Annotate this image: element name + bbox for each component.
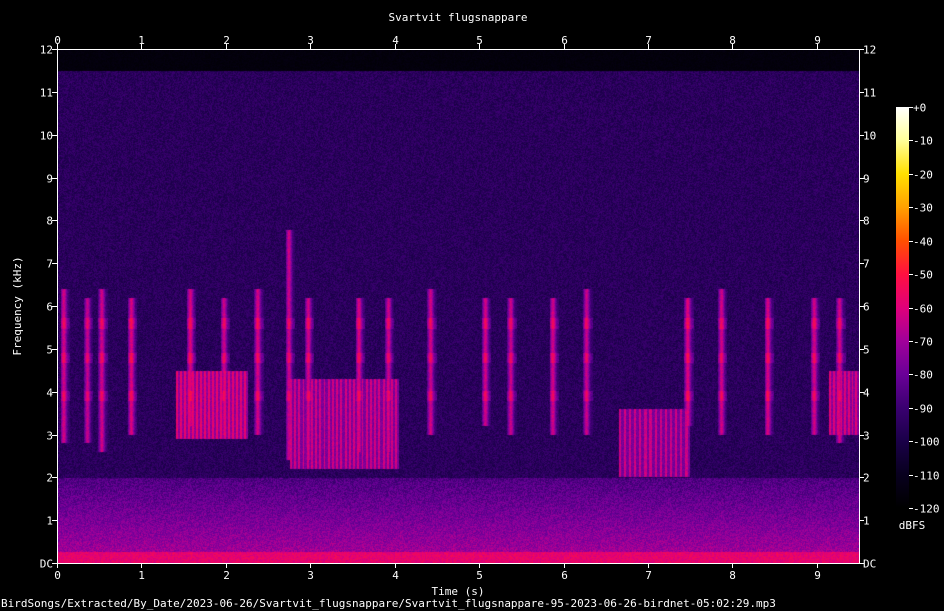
- x-tick-label-bottom: 8: [729, 569, 736, 582]
- x-tick-label-top: 0: [54, 34, 61, 47]
- x-tick-label-top: 8: [729, 34, 736, 47]
- file-path: BirdSongs/Extracted/By_Date/2023-06-26/S…: [1, 597, 776, 610]
- y-tick-label-right: 4: [863, 387, 870, 400]
- x-tick-label-bottom: 6: [561, 569, 568, 582]
- y-tick-label-right: 3: [863, 430, 870, 443]
- x-tick-label-top: 2: [223, 34, 230, 47]
- y-tick-label-right: 11: [863, 87, 876, 100]
- x-tick-label-top: 4: [392, 34, 399, 47]
- colorbar-tick-label: -50: [913, 269, 933, 282]
- x-tick-label-top: 3: [307, 34, 314, 47]
- x-tick-label-bottom: 5: [476, 569, 483, 582]
- y-tick-label-right: 9: [863, 173, 870, 186]
- x-tick-label-top: 9: [814, 34, 821, 47]
- y-tick-label-left: 7: [46, 258, 53, 271]
- colorbar-tick-label: -70: [913, 336, 933, 349]
- x-axis-bottom: 0 1 2 3 4 5 6 7 8 9: [54, 563, 821, 582]
- chart-title: Svartvit flugsnappare: [388, 11, 527, 24]
- y-tick-label-left: 4: [46, 387, 53, 400]
- y-tick-label-right: 7: [863, 258, 870, 271]
- x-axis-top: 0 1 2 3 4 5 6 7 8 9: [54, 34, 821, 49]
- x-tick-label-bottom: 4: [392, 569, 399, 582]
- colorbar-tick-label: -100: [913, 436, 940, 449]
- y-tick-label-left: DC: [40, 558, 53, 571]
- y-tick-label-left: 9: [46, 173, 53, 186]
- y-axis-right: DC123456789101112: [859, 44, 876, 571]
- x-tick-label-bottom: 7: [645, 569, 652, 582]
- y-tick-label-left: 12: [40, 44, 53, 57]
- colorbar: +0 -10 -20 -30 -40 -50 -60 -70 -80 -90 -100 -110 -12…: [896, 102, 940, 532]
- y-tick-label-right: 1: [863, 515, 870, 528]
- x-tick-label-bottom: 3: [307, 569, 314, 582]
- spectrogram-image-holder: [58, 50, 859, 563]
- y-axis-left: DC123456789101112: [40, 44, 57, 571]
- colorbar-tick-label: -90: [913, 403, 933, 416]
- x-tick-label-bottom: 0: [54, 569, 61, 582]
- x-tick-label-top: 6: [561, 34, 568, 47]
- x-tick-label-top: 1: [138, 34, 145, 47]
- y-tick-label-left: 6: [46, 301, 53, 314]
- y-tick-label-right: 12: [863, 44, 876, 57]
- y-tick-label-left: 2: [46, 472, 53, 485]
- y-tick-label-left: 5: [46, 344, 53, 357]
- spectrogram-image: [58, 50, 859, 563]
- y-tick-label-right: 2: [863, 472, 870, 485]
- colorbar-tick-label: +0: [913, 102, 926, 115]
- y-tick-label-right: DC: [863, 558, 876, 571]
- y-tick-label-left: 10: [40, 130, 53, 143]
- colorbar-tick-label: -30: [913, 202, 933, 215]
- y-tick-label-left: 3: [46, 430, 53, 443]
- colorbar-scale: [896, 107, 909, 508]
- colorbar-tick-label: -20: [913, 169, 933, 182]
- spectrogram-figure: Svartvit flugsnappare 0123456789 0123456…: [1, 11, 940, 610]
- colorbar-tick-label: -60: [913, 303, 933, 316]
- colorbar-label: dBFS: [899, 519, 926, 532]
- y-tick-label-left: 8: [46, 215, 53, 228]
- y-tick-label-right: 8: [863, 215, 870, 228]
- x-tick-label-top: 7: [645, 34, 652, 47]
- colorbar-tick-label: -120: [913, 503, 940, 516]
- colorbar-tick-label: -80: [913, 369, 933, 382]
- y-tick-label-left: 1: [46, 515, 53, 528]
- colorbar-tick-label: -40: [913, 236, 933, 249]
- colorbar-tick-label: -10: [913, 135, 933, 148]
- x-tick-label-bottom: 1: [138, 569, 145, 582]
- y-tick-label-right: 5: [863, 344, 870, 357]
- plot-area: [57, 49, 860, 564]
- y-axis-label: Frequency (kHz): [11, 256, 24, 355]
- x-tick-label-top: 5: [476, 34, 483, 47]
- y-tick-label-left: 11: [40, 87, 53, 100]
- y-tick-label-right: 6: [863, 301, 870, 314]
- y-tick-label-right: 10: [863, 130, 876, 143]
- colorbar-ticks: +0 -10 -20 -30 -40 -50 -60 -70 -80 -90 -100 -110 -12…: [909, 102, 940, 516]
- colorbar-tick-label: -110: [913, 470, 940, 483]
- x-tick-label-bottom: 2: [223, 569, 230, 582]
- x-tick-label-bottom: 9: [814, 569, 821, 582]
